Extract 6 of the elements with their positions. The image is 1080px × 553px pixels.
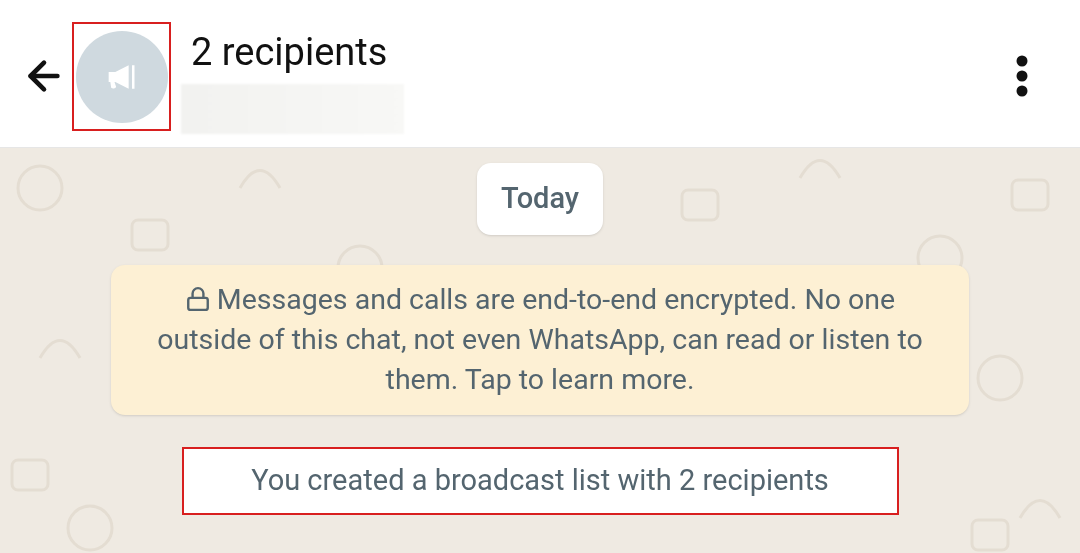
system-message: You created a broadcast list with 2 recipients	[181, 447, 899, 515]
menu-icon	[1016, 55, 1028, 97]
encryption-notice[interactable]: Messages and calls are end-to-end encrypted. No one outside of this chat, not even WhatsApp, can read or listen to them. Tap to learn more.	[111, 265, 969, 415]
lock-icon	[184, 286, 211, 312]
date-chip: Today	[476, 163, 604, 235]
chat-title: 2 recipients	[191, 29, 389, 76]
